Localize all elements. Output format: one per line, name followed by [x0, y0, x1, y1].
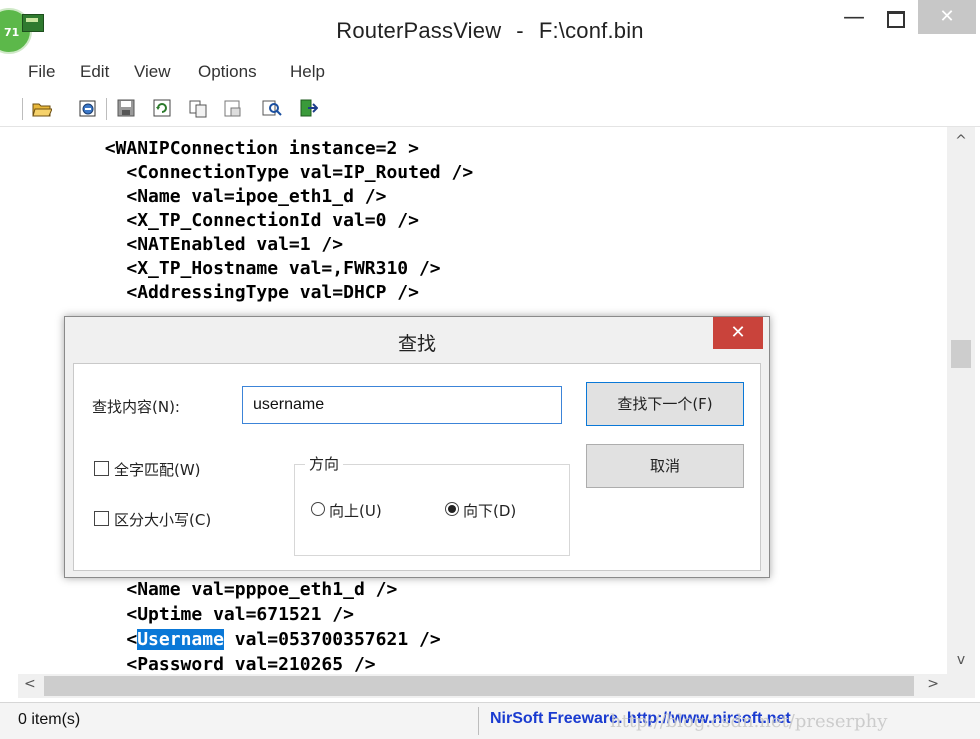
window-title: RouterPassView - F:\conf.bin [0, 18, 980, 44]
title-bar: 71 RouterPassView - F:\conf.bin — ✕ [0, 0, 980, 62]
direction-up-radio[interactable] [311, 502, 325, 516]
app-name: RouterPassView [336, 18, 502, 43]
close-icon: ✕ [730, 322, 746, 343]
close-button[interactable]: ✕ [918, 0, 976, 34]
direction-down-radio[interactable] [445, 502, 459, 516]
open-icon[interactable] [32, 98, 53, 118]
minimize-button[interactable]: — [834, 0, 874, 36]
watermark: http://blog.csdn.net/preserphy [610, 711, 888, 732]
item-count: 0 item(s) [18, 711, 81, 728]
toolbar-separator [22, 98, 23, 120]
menu-edit[interactable]: Edit [80, 62, 109, 82]
content-line: <Uptime val=671521 /> [18, 604, 354, 625]
username-suffix: val=053700357621 /> [223, 629, 441, 650]
find-dialog: 查找 ✕ 查找内容(N): 查找下一个(F) 取消 全字匹配(W) 区分大小写(… [64, 316, 770, 578]
content-line: <Name val=pppoe_eth1_d /> [18, 579, 398, 600]
scrollbar-corner [947, 674, 975, 698]
toolbar [0, 90, 980, 127]
dialog-close-button[interactable]: ✕ [713, 317, 763, 349]
open-alt-icon[interactable] [78, 98, 98, 118]
content-line: <NATEnabled val=1 /> [18, 234, 344, 255]
status-divider [478, 707, 479, 735]
dialog-title-bar: 查找 ✕ [65, 317, 769, 363]
content-line: <WANIPConnection instance=2 > [18, 138, 419, 159]
find-icon[interactable] [262, 98, 282, 118]
content-line: <X_TP_Hostname val=,FWR310 /> [18, 258, 441, 279]
horizontal-scroll-thumb[interactable] [44, 676, 914, 696]
menu-view[interactable]: View [134, 62, 171, 82]
find-what-label: 查找内容(N): [92, 398, 180, 416]
username-prefix: < [18, 629, 138, 650]
content-line: <ConnectionType val=IP_Routed /> [18, 162, 474, 183]
content-line: <AddressingType val=DHCP /> [18, 282, 419, 303]
properties-icon[interactable] [222, 98, 242, 118]
scroll-left-icon[interactable]: < [24, 676, 36, 692]
menu-options[interactable]: Options [198, 62, 257, 82]
maximize-button[interactable] [876, 0, 916, 36]
cancel-button[interactable]: 取消 [586, 444, 744, 488]
refresh-icon[interactable] [152, 98, 172, 118]
maximize-icon [887, 11, 905, 28]
scroll-up-icon[interactable]: ^ [947, 133, 975, 149]
toolbar-separator [106, 98, 107, 120]
match-case-label[interactable]: 区分大小写(C) [114, 509, 211, 530]
direction-down-label[interactable]: 向下(D) [463, 500, 516, 521]
vertical-scrollbar[interactable]: ^ v [947, 127, 975, 674]
vertical-scroll-thumb[interactable] [951, 340, 971, 368]
file-path: F:\conf.bin [538, 18, 644, 43]
dialog-body: 查找内容(N): 查找下一个(F) 取消 全字匹配(W) 区分大小写(C) 方向… [73, 363, 761, 571]
match-whole-word-label[interactable]: 全字匹配(W) [114, 459, 201, 480]
direction-up-label[interactable]: 向上(U) [329, 500, 382, 521]
minimize-icon: — [843, 5, 865, 30]
title-separator: - [516, 18, 524, 43]
content-line: <Password val=210265 /> [18, 654, 376, 674]
scroll-down-icon[interactable]: v [947, 652, 975, 668]
find-what-input[interactable] [242, 386, 562, 424]
app-window: 71 RouterPassView - F:\conf.bin — ✕ File E… [0, 0, 980, 739]
direction-group: 方向 向上(U) 向下(D) [294, 453, 570, 556]
menu-bar: File Edit View Options Help [0, 62, 980, 88]
copy-icon[interactable] [188, 98, 208, 118]
close-icon: ✕ [939, 6, 955, 27]
menu-file[interactable]: File [28, 62, 55, 82]
save-icon[interactable] [116, 98, 136, 118]
dialog-title: 查找 [397, 333, 436, 355]
search-highlight: Username [137, 629, 224, 650]
direction-label: 方向 [305, 453, 344, 474]
find-next-button[interactable]: 查找下一个(F) [586, 382, 744, 426]
menu-help[interactable]: Help [290, 62, 325, 82]
horizontal-scrollbar[interactable]: < > [18, 674, 947, 698]
content-line: <X_TP_ConnectionId val=0 /> [18, 210, 419, 231]
match-whole-word-checkbox[interactable] [94, 461, 109, 476]
match-case-checkbox[interactable] [94, 511, 109, 526]
status-bar: 0 item(s) NirSoft Freeware. http://www.n… [0, 702, 980, 739]
username-line: <Username val=053700357621 /> [18, 629, 441, 651]
content-line: <Name val=ipoe_eth1_d /> [18, 186, 387, 207]
scroll-right-icon[interactable]: > [927, 676, 939, 692]
exit-icon[interactable] [298, 98, 319, 118]
